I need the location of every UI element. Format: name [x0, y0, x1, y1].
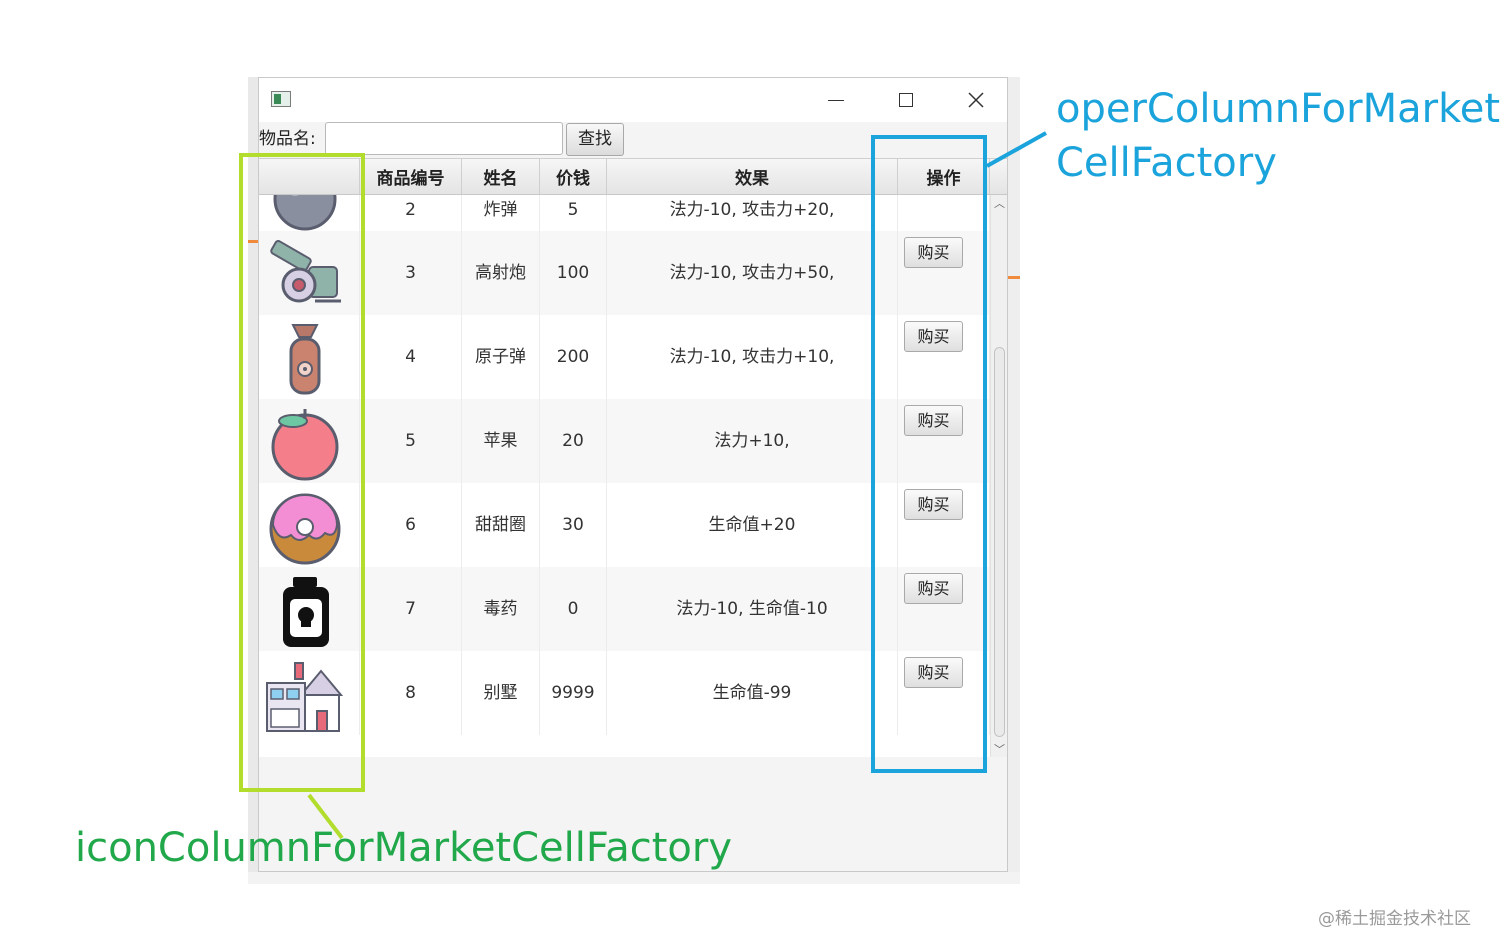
- oper-cell-factory-label: operColumnForMarket CellFactory: [1056, 82, 1500, 190]
- icon-cell-factory-label: iconColumnForMarketCellFactory: [75, 825, 732, 871]
- oper-label-line2: CellFactory: [1056, 140, 1277, 186]
- blue-connector-line: [986, 131, 1047, 168]
- oper-label-line1: operColumnForMarket: [1056, 86, 1501, 132]
- watermark: @稀土掘金技术社区: [1318, 909, 1471, 929]
